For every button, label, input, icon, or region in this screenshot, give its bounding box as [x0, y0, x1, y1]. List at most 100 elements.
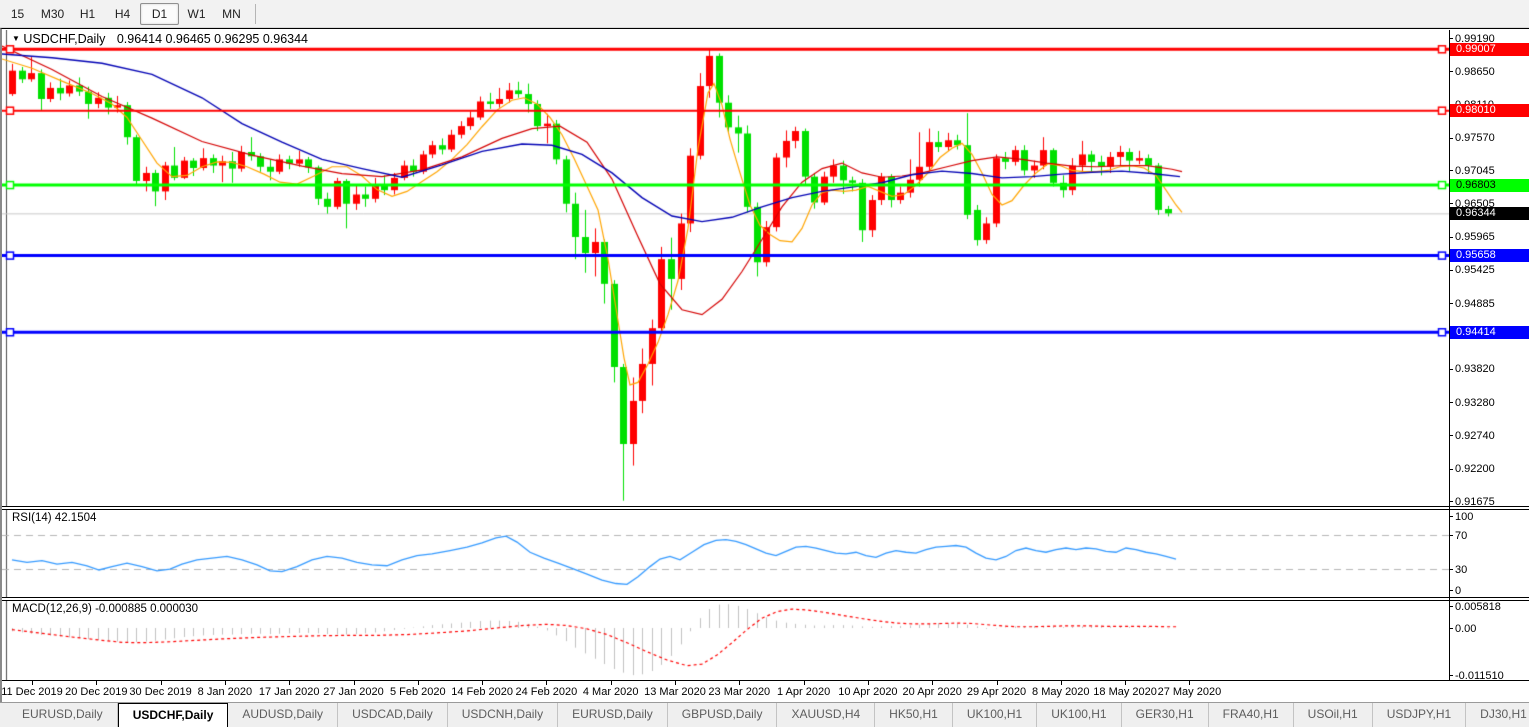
rsi-axis-label: 30: [1455, 564, 1467, 576]
date-axis-label: 13 Mar 2020: [644, 686, 706, 698]
date-axis-tick: [675, 681, 676, 685]
axis-tick: [1449, 606, 1453, 607]
chart-tab-usdcad-daily[interactable]: USDCAD,Daily: [338, 703, 448, 727]
chart-title: ▼ USDCHF,Daily 0.96414 0.96465 0.96295 0…: [12, 32, 308, 46]
date-axis-label: 10 Apr 2020: [838, 686, 897, 698]
date-axis-tick: [739, 681, 740, 685]
price-axis-label: 0.91675: [1455, 496, 1495, 508]
chart-tab-usoil-h1[interactable]: USOil,H1: [1294, 703, 1373, 727]
rsi-axis-label: 100: [1455, 511, 1473, 523]
date-axis-tick: [1189, 681, 1190, 685]
price-line-badge: 0.99007: [1450, 43, 1529, 56]
chart-tab-dj30-h1[interactable]: DJ30,H1: [1466, 703, 1529, 727]
price-axis-label: 0.92200: [1455, 463, 1495, 475]
date-axis-label: 27 May 2020: [1158, 686, 1222, 698]
date-axis-label: 29 Apr 2020: [967, 686, 1026, 698]
timeframe-button-15[interactable]: 15: [0, 3, 35, 25]
axis-tick: [1449, 303, 1453, 304]
date-axis-label: 5 Feb 2020: [390, 686, 446, 698]
timeframe-button-h4[interactable]: H4: [105, 3, 140, 25]
chart-tab-uk100-h1[interactable]: UK100,H1: [953, 703, 1037, 727]
price-line-badge: 0.95658: [1450, 249, 1529, 262]
chart-window: ▼ USDCHF,Daily 0.96414 0.96465 0.96295 0…: [0, 28, 1529, 702]
rsi-indicator-canvas[interactable]: [2, 510, 1449, 597]
chart-tab-fra40-h1[interactable]: FRA40,H1: [1209, 703, 1294, 727]
axis-tick: [1449, 402, 1453, 403]
price-axis-label: 0.94885: [1455, 298, 1495, 310]
date-axis-tick: [1061, 681, 1062, 685]
date-axis-label: 20 Dec 2019: [65, 686, 127, 698]
chart-tab-usdchf-daily[interactable]: USDCHF,Daily: [118, 703, 229, 727]
date-axis-label: 27 Jan 2020: [323, 686, 384, 698]
date-axis-tick: [32, 681, 33, 685]
main-price-chart-canvas[interactable]: [2, 30, 1449, 506]
date-axis-tick: [225, 681, 226, 685]
date-axis-label: 23 Mar 2020: [708, 686, 770, 698]
timeframe-toolbar: 15M30H1H4D1W1MN: [0, 0, 1529, 28]
date-axis-label: 8 May 2020: [1032, 686, 1089, 698]
date-axis-label: 1 Apr 2020: [777, 686, 830, 698]
axis-tick: [1449, 38, 1453, 39]
chart-tab-usdcnh-daily[interactable]: USDCNH,Daily: [448, 703, 558, 727]
chart-tab-ger30-h1[interactable]: GER30,H1: [1122, 703, 1209, 727]
price-axis-label: 0.93820: [1455, 363, 1495, 375]
date-axis-tick: [161, 681, 162, 685]
date-axis-label: 14 Feb 2020: [451, 686, 513, 698]
timeframe-button-h1[interactable]: H1: [70, 3, 105, 25]
axis-tick: [1449, 270, 1453, 271]
timeframe-button-m30[interactable]: M30: [35, 3, 70, 25]
axis-tick: [1449, 569, 1453, 570]
axis-tick: [1449, 435, 1453, 436]
rsi-axis-label: 70: [1455, 530, 1467, 542]
chart-tab-eurusd-daily[interactable]: EURUSD,Daily: [558, 703, 668, 727]
macd-indicator-canvas[interactable]: [2, 601, 1449, 680]
date-axis-tick: [482, 681, 483, 685]
chart-tab-eurusd-daily[interactable]: EURUSD,Daily: [8, 703, 118, 727]
date-axis-tick: [354, 681, 355, 685]
chart-tab-uk100-h1[interactable]: UK100,H1: [1037, 703, 1121, 727]
axis-tick: [1449, 535, 1453, 536]
price-line-badge: 0.98010: [1450, 104, 1529, 117]
date-axis-tick: [546, 681, 547, 685]
axis-tick: [1449, 203, 1453, 204]
date-axis-label: 20 Apr 2020: [903, 686, 962, 698]
chart-ohlc-values: 0.96414 0.96465 0.96295 0.96344: [117, 32, 308, 46]
chart-tab-usdjpy-h1[interactable]: USDJPY,H1: [1373, 703, 1466, 727]
symbol-dropdown-arrow-icon: ▼: [12, 34, 20, 43]
date-axis-label: 11 Dec 2019: [1, 686, 63, 698]
timeframe-button-w1[interactable]: W1: [179, 3, 214, 25]
timeframe-button-mn[interactable]: MN: [214, 3, 249, 25]
axis-tick: [1449, 590, 1453, 591]
chart-tab-audusd-daily[interactable]: AUDUSD,Daily: [228, 703, 338, 727]
price-axis-label: 0.95425: [1455, 264, 1495, 276]
date-axis-tick: [932, 681, 933, 685]
date-axis-label: 4 Mar 2020: [583, 686, 639, 698]
axis-tick: [1449, 501, 1453, 502]
macd-axis-label: 0.00: [1455, 623, 1476, 635]
axis-tick: [1449, 369, 1453, 370]
date-axis-tick: [868, 681, 869, 685]
axis-tick: [1449, 516, 1453, 517]
axis-tick: [1449, 237, 1453, 238]
price-line-badge: 0.94414: [1450, 326, 1529, 339]
axis-tick: [1449, 138, 1453, 139]
date-axis-label: 18 May 2020: [1093, 686, 1157, 698]
price-axis-line: [1449, 30, 1450, 680]
price-axis-label: 0.93280: [1455, 397, 1495, 409]
price-axis-label: 0.97570: [1455, 132, 1495, 144]
price-axis-label: 0.95965: [1455, 231, 1495, 243]
date-axis-tick: [1125, 681, 1126, 685]
axis-tick: [1449, 675, 1453, 676]
date-axis-label: 24 Feb 2020: [516, 686, 578, 698]
timeframe-button-d1[interactable]: D1: [140, 3, 179, 25]
axis-tick: [1449, 469, 1453, 470]
chart-tab-bar: EURUSD,DailyUSDCHF,DailyAUDUSD,DailyUSDC…: [0, 702, 1529, 727]
date-axis-label: 17 Jan 2020: [259, 686, 320, 698]
price-line-badge: 0.96803: [1450, 179, 1529, 192]
chart-tab-gbpusd-daily[interactable]: GBPUSD,Daily: [668, 703, 778, 727]
chart-tab-hk50-h1[interactable]: HK50,H1: [875, 703, 953, 727]
date-axis-label: 8 Jan 2020: [198, 686, 252, 698]
date-axis-tick: [418, 681, 419, 685]
price-axis-label: 0.97045: [1455, 165, 1495, 177]
chart-tab-xauusd-h4[interactable]: XAUUSD,H4: [777, 703, 875, 727]
